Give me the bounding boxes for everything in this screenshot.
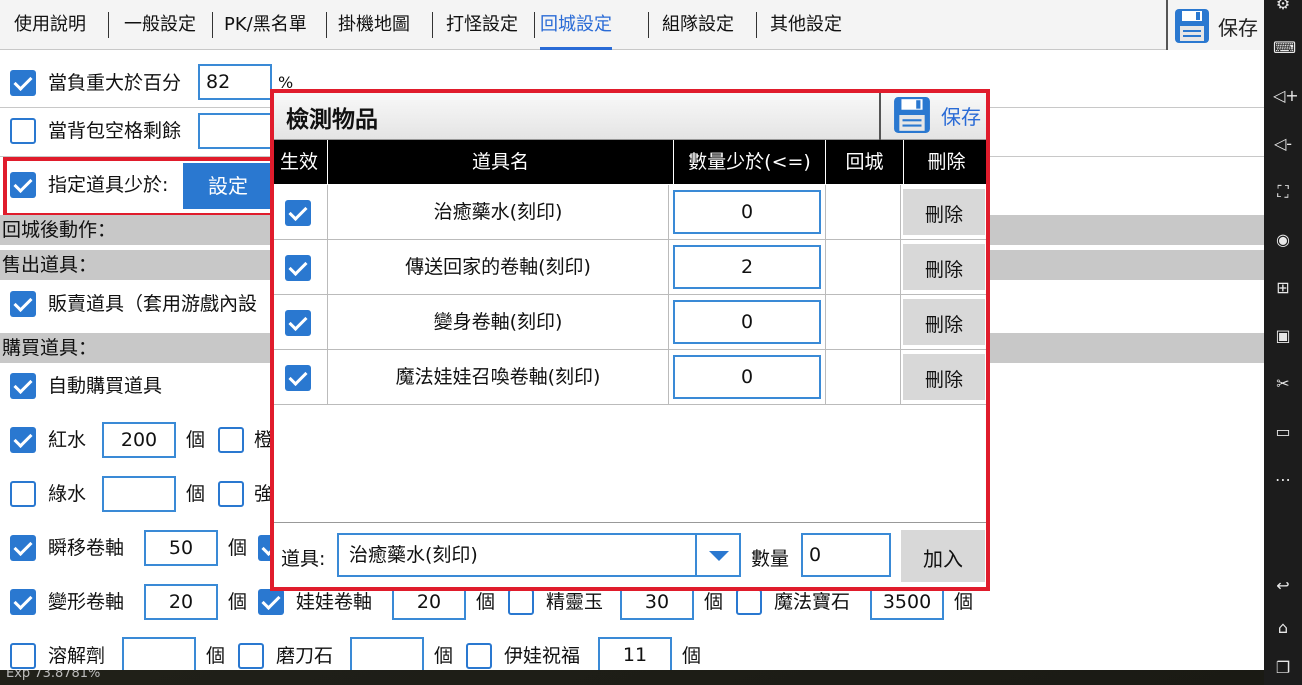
sell-label: 販賣道具（套用游戲內設 xyxy=(48,293,258,315)
tab-combat[interactable]: 打怪設定 xyxy=(446,0,518,50)
tab-return-town[interactable]: 回城設定 xyxy=(540,0,612,50)
scissors-icon[interactable]: ✂ xyxy=(1273,374,1293,394)
emulator-sidebar: ⚙ ⌨ ◁+ ◁- ⛶ ◉ ⊞ ▣ ✂ ▭ ⋯ ↩ ⌂ ❐ xyxy=(1264,0,1302,685)
buy-checkbox[interactable] xyxy=(10,481,36,507)
bag-label: 當背包空格剩餘 xyxy=(48,120,182,142)
buy-item-label: 磨刀石 xyxy=(276,645,334,667)
tab-general[interactable]: 一般設定 xyxy=(124,0,196,50)
unit-label: 個 xyxy=(476,591,496,613)
volume-up-icon[interactable]: ◁+ xyxy=(1273,86,1299,106)
tab-pk-blacklist[interactable]: PK/黑名單 xyxy=(224,0,307,50)
unit-label: 個 xyxy=(206,645,226,667)
bag-checkbox[interactable] xyxy=(10,118,36,144)
weight-checkbox[interactable] xyxy=(10,70,36,96)
buy-item-label: 伊娃祝福 xyxy=(504,645,581,667)
keyboard-icon[interactable]: ⌨ xyxy=(1273,38,1296,58)
home-icon[interactable]: ⌂ xyxy=(1273,618,1293,638)
bag-input[interactable] xyxy=(198,113,272,149)
tab-map[interactable]: 掛機地圖 xyxy=(338,0,410,50)
video-icon[interactable]: ▭ xyxy=(1273,422,1293,442)
buy-item-label: 瞬移卷軸 xyxy=(48,537,125,559)
sell-checkbox[interactable] xyxy=(10,291,36,317)
buy-checkbox[interactable] xyxy=(258,589,284,615)
unit-label: 個 xyxy=(682,645,702,667)
buy-item-label: 綠水 xyxy=(48,483,87,505)
buy-qty-input[interactable]: 50 xyxy=(144,530,218,566)
buy-checkbox[interactable] xyxy=(10,589,36,615)
buy-checkbox[interactable] xyxy=(238,643,264,669)
tab-other[interactable]: 其他設定 xyxy=(770,0,842,50)
unit-label: 個 xyxy=(186,429,206,451)
buy-qty-input[interactable]: 20 xyxy=(144,584,218,620)
weight-input[interactable]: 82 xyxy=(198,64,272,100)
buy-checkbox[interactable] xyxy=(508,589,534,615)
recents-icon[interactable]: ❐ xyxy=(1273,658,1293,678)
buy-item-label: 變形卷軸 xyxy=(48,591,125,613)
unit-label: 個 xyxy=(186,483,206,505)
buy-checkbox[interactable] xyxy=(736,589,762,615)
buy-checkbox[interactable] xyxy=(218,427,244,453)
weight-label: 當負重大於百分 xyxy=(48,72,182,94)
unit-label: 個 xyxy=(954,591,974,613)
buy-qty-input[interactable] xyxy=(350,637,424,670)
screenshot-icon[interactable]: ⛶ xyxy=(1273,182,1293,202)
buy-qty-input[interactable] xyxy=(122,637,196,670)
buy-checkbox[interactable] xyxy=(10,535,36,561)
save-button[interactable]: 保存 xyxy=(1166,0,1264,50)
buy-item-label: 魔法寶石 xyxy=(774,591,851,613)
unit-label: 個 xyxy=(228,591,248,613)
buy-qty-input[interactable]: 200 xyxy=(102,422,176,458)
apk-icon[interactable]: ▣ xyxy=(1273,326,1293,346)
unit-label: 個 xyxy=(228,537,248,559)
buy-qty-input[interactable] xyxy=(102,476,176,512)
buy-checkbox[interactable] xyxy=(218,481,244,507)
tab-party[interactable]: 組隊設定 xyxy=(662,0,734,50)
more-icon[interactable]: ⋯ xyxy=(1273,470,1293,490)
unit-label: 個 xyxy=(434,645,454,667)
buy-checkbox[interactable] xyxy=(466,643,492,669)
save-label: 保存 xyxy=(1218,16,1258,40)
tab-usage[interactable]: 使用說明 xyxy=(14,0,86,50)
floppy-icon xyxy=(1175,9,1209,43)
dialog-highlight-frame xyxy=(270,89,990,591)
unit-label: 個 xyxy=(704,591,724,613)
auto-buy-checkbox[interactable] xyxy=(10,373,36,399)
buy-checkbox[interactable] xyxy=(10,643,36,669)
back-icon[interactable]: ↩ xyxy=(1273,576,1293,596)
highlight-frame xyxy=(3,157,278,217)
settings-icon[interactable]: ⚙ xyxy=(1273,0,1293,14)
tab-bar: 使用說明 一般設定 PK/黑名單 掛機地圖 打怪設定 回城設定 組隊設定 其他設… xyxy=(0,0,1264,50)
buy-item-label: 精靈玉 xyxy=(546,591,604,613)
add-icon[interactable]: ⊞ xyxy=(1273,278,1293,298)
buy-item-label: 紅水 xyxy=(48,429,87,451)
buy-item-label: 溶解劑 xyxy=(48,645,106,667)
buy-qty-input[interactable]: 11 xyxy=(598,637,672,670)
record-icon[interactable]: ◉ xyxy=(1273,230,1293,250)
buy-checkbox[interactable] xyxy=(10,427,36,453)
auto-buy-label: 自動購買道具 xyxy=(48,375,163,397)
buy-item-label: 娃娃卷軸 xyxy=(296,591,373,613)
volume-down-icon[interactable]: ◁- xyxy=(1273,134,1293,154)
